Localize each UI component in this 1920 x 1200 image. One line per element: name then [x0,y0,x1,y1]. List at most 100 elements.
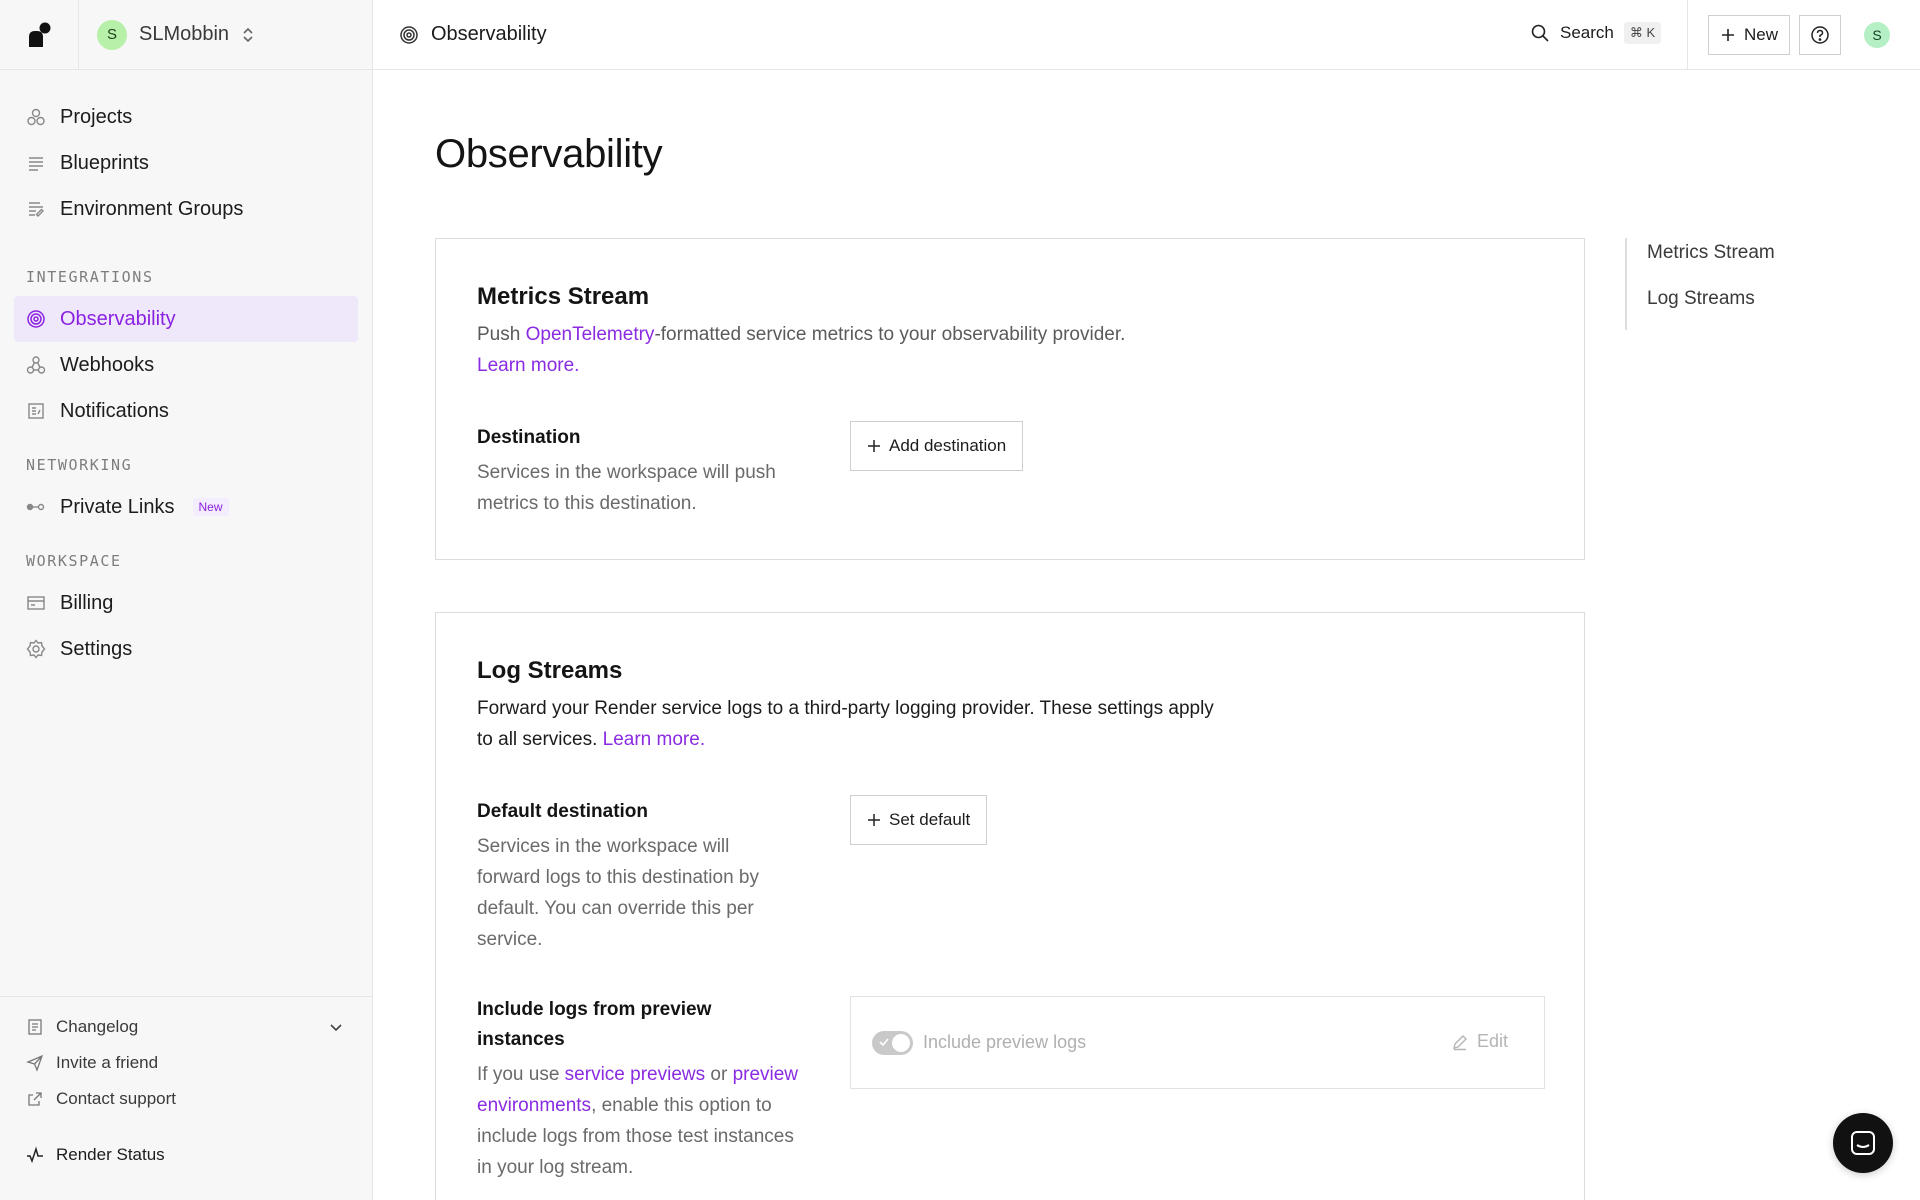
sidebar-item-webhooks[interactable]: Webhooks [14,342,358,388]
preview-logs-panel: Include preview logs Edit [850,996,1545,1089]
include-preview-logs-toggle[interactable] [872,1031,913,1055]
sidebar-item-label: Projects [60,105,133,128]
sidebar-item-label: Blueprints [60,151,149,174]
plus-icon [868,814,880,826]
sidebar-item-billing[interactable]: Billing [14,580,358,626]
workspace-name: SLMobbin [139,23,230,45]
webhooks-icon [26,356,46,374]
sidebar-item-private-links[interactable]: Private Links New [14,484,358,530]
external-link-icon [28,1092,42,1106]
help-button[interactable] [1799,15,1841,55]
contact-support-label: Contact support [56,1089,177,1108]
chevron-up-down-icon [243,27,253,42]
changelog-link[interactable]: Changelog [0,1009,372,1045]
render-status-link[interactable]: Render Status [0,1137,372,1173]
toc-item-metrics-stream[interactable]: Metrics Stream [1647,238,1775,284]
sidebar-item-label: Settings [60,637,133,660]
sidebar-item-label: Observability [60,307,176,330]
private-links-icon [26,503,45,511]
sidebar-item-label: Environment Groups [60,197,244,220]
topbar: Observability Search ⌘ K New S [373,0,1920,70]
metrics-learn-more-link[interactable]: Learn more. [477,355,579,376]
search-button[interactable]: Search ⌘ K [1530,22,1662,44]
pencil-icon [1453,1034,1467,1050]
billing-icon [27,596,45,610]
contact-support-link[interactable]: Contact support [0,1081,372,1117]
sidebar-item-settings[interactable]: Settings [14,626,358,672]
gear-icon [26,639,46,659]
render-logo[interactable] [0,0,79,70]
environment-groups-icon [29,202,44,217]
sidebar: S SLMobbin Projects Blueprints Environme… [0,0,373,1200]
send-icon [26,1054,44,1072]
sidebar-item-notifications[interactable]: Notifications [14,388,358,434]
edit-preview-logs-button[interactable]: Edit [1451,1031,1508,1052]
help-icon [1811,26,1829,44]
collapse-footer-button[interactable] [328,1019,344,1040]
sidebar-item-blueprints[interactable]: Blueprints [14,140,358,186]
add-destination-label: Add destination [889,436,1007,455]
plus-icon [1721,29,1734,41]
search-icon [1531,24,1549,42]
set-default-label: Set default [889,810,971,829]
metrics-desc-suffix: -formatted service metrics to your obser… [654,324,1126,345]
preview-help-text-2: or [705,1064,733,1085]
render-logo-icon [29,22,51,47]
invite-friend-label: Invite a friend [56,1053,159,1072]
include-preview-help: If you use service previews or preview e… [477,1059,807,1183]
new-button-label: New [1743,25,1778,44]
search-shortcut: ⌘ K [1623,22,1662,44]
sidebar-item-label: Billing [60,591,114,614]
destination-help: Services in the workspace will push metr… [477,462,776,514]
breadcrumb: Observability [373,23,547,46]
log-streams-description: Forward your Render service logs to a th… [477,693,1217,755]
destination-label: Destination [477,427,581,448]
plus-icon [868,440,880,452]
opentelemetry-link[interactable]: OpenTelemetry [526,324,655,345]
sidebar-item-observability[interactable]: Observability [14,296,358,342]
service-previews-link[interactable]: service previews [565,1064,705,1085]
default-destination-label: Default destination [477,801,649,822]
sidebar-footer: Changelog Invite a friend Contact suppor… [0,996,372,1173]
metrics-stream-description: Push OpenTelemetry-formatted service met… [477,319,1277,381]
pulse-icon [27,1146,43,1164]
include-preview-logs-label: Include preview logs [923,1032,1087,1052]
search-label: Search [1560,23,1614,42]
sidebar-item-label: Private Links [60,495,175,518]
chevron-down-icon [330,1024,342,1032]
page-title: Observability [435,132,663,176]
sidebar-item-label: Notifications [60,399,169,422]
new-badge: New [192,498,229,516]
render-status-label: Render Status [56,1145,165,1164]
chat-launcher-button[interactable] [1833,1113,1893,1173]
workspace-header: S SLMobbin [0,0,372,70]
toc-item-log-streams[interactable]: Log Streams [1647,284,1775,330]
log-streams-card: Log Streams Forward your Render service … [435,612,1585,1200]
workspace-switcher[interactable]: S SLMobbin [79,19,255,50]
log-streams-title: Log Streams [477,657,623,684]
main-content: Observability Metrics Stream Push OpenTe… [373,70,1920,1200]
page-toc: Metrics Stream Log Streams [1625,238,1775,330]
user-avatar[interactable]: S [1864,22,1890,48]
sidebar-item-environment-groups[interactable]: Environment Groups [14,186,358,232]
workspace-avatar: S [97,19,127,50]
observability-icon [400,25,418,44]
notifications-icon [28,403,44,419]
section-heading-integrations: INTEGRATIONS [26,268,154,286]
observability-icon [27,310,45,328]
default-destination-help: Services in the workspace will forward l… [477,836,759,950]
chat-icon [1851,1131,1875,1155]
new-button[interactable]: New [1708,15,1790,55]
invite-friend-link[interactable]: Invite a friend [0,1045,372,1081]
sidebar-nav: Projects Blueprints Environment Groups I… [0,70,372,672]
add-destination-button[interactable]: Add destination [850,421,1024,471]
blueprints-icon [29,157,43,171]
sidebar-item-projects[interactable]: Projects [14,94,358,140]
preview-help-text-1: If you use [477,1064,565,1085]
toggle-knob [892,1034,910,1052]
include-preview-label: Include logs from preview instances [477,999,712,1050]
set-default-button[interactable]: Set default [850,795,988,845]
section-heading-networking: NETWORKING [26,456,133,474]
log-streams-desc-text: Forward your Render service logs to a th… [477,698,1214,750]
logs-learn-more-link[interactable]: Learn more. [603,729,705,750]
